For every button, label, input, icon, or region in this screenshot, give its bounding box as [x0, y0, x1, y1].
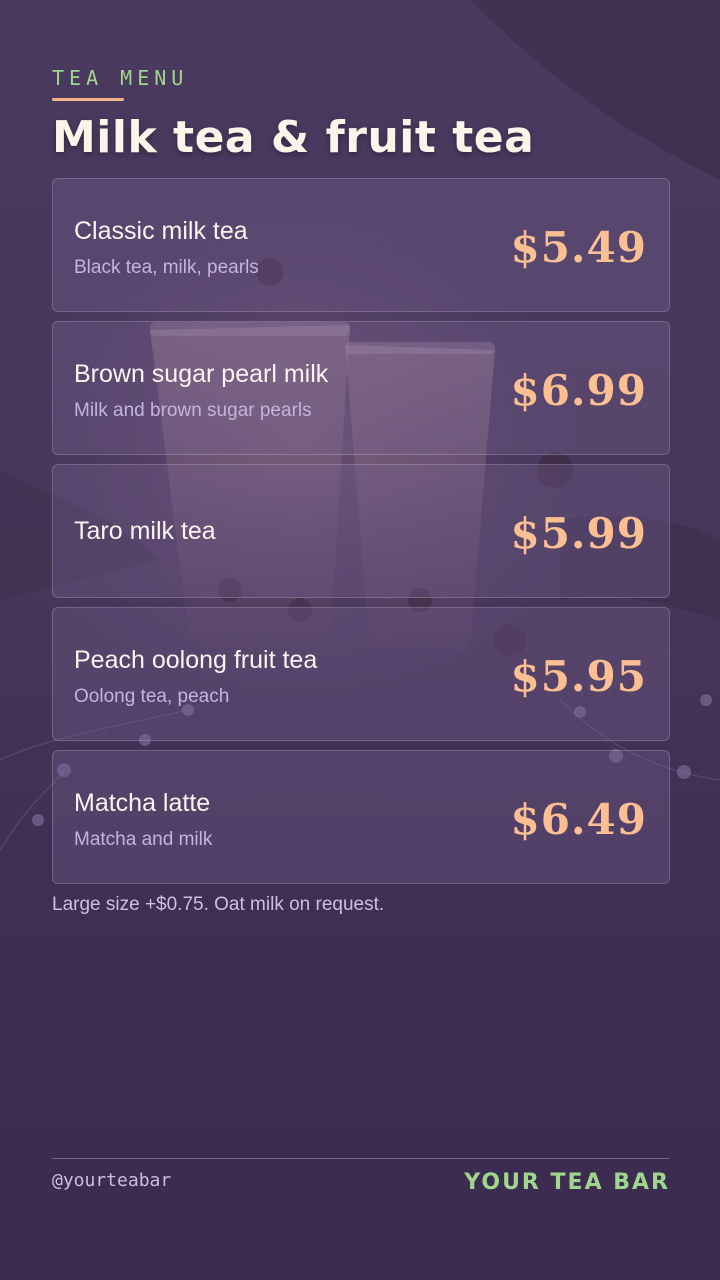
item-description: Matcha and milk [74, 829, 213, 850]
item-name: Matcha latte [74, 789, 211, 817]
item-description: Oolong tea, peach [74, 686, 230, 707]
social-handle: @yourteabar [52, 1170, 172, 1191]
kicker-underline [52, 98, 124, 101]
brand-name: YOUR TEA BAR [464, 1170, 670, 1195]
item-name: Classic milk tea [74, 217, 248, 245]
item-price: $5.49 [510, 223, 647, 272]
menu-item-peach-oolong-fruit-tea: Peach oolong fruit tea Oolong tea, peach… [52, 607, 670, 741]
menu-item-taro-milk-tea: Taro milk tea $5.99 [52, 464, 670, 598]
item-name: Peach oolong fruit tea [74, 646, 318, 674]
menu-list: Classic milk tea Black tea, milk, pearls… [52, 178, 670, 893]
page-title: Milk tea & fruit tea [52, 112, 535, 163]
menu-item-classic-milk-tea: Classic milk tea Black tea, milk, pearls… [52, 178, 670, 312]
menu-item-brown-sugar-pearl-milk: Brown sugar pearl milk Milk and brown su… [52, 321, 670, 455]
item-name: Brown sugar pearl milk [74, 360, 329, 388]
menu-item-matcha-latte: Matcha latte Matcha and milk $6.49 [52, 750, 670, 884]
menu-page: TEA MENU Milk tea & fruit tea Classic mi… [0, 0, 720, 1280]
item-price: $5.95 [510, 652, 647, 701]
item-description: Milk and brown sugar pearls [74, 400, 312, 421]
item-price: $5.99 [510, 509, 647, 558]
menu-note: Large size +$0.75. Oat milk on request. [52, 894, 385, 915]
item-price: $6.49 [510, 795, 647, 844]
footer-divider [52, 1158, 670, 1159]
menu-kicker: TEA MENU [52, 66, 189, 90]
item-price: $6.99 [510, 366, 647, 415]
item-name: Taro milk tea [74, 517, 216, 545]
item-description: Black tea, milk, pearls [74, 257, 259, 278]
